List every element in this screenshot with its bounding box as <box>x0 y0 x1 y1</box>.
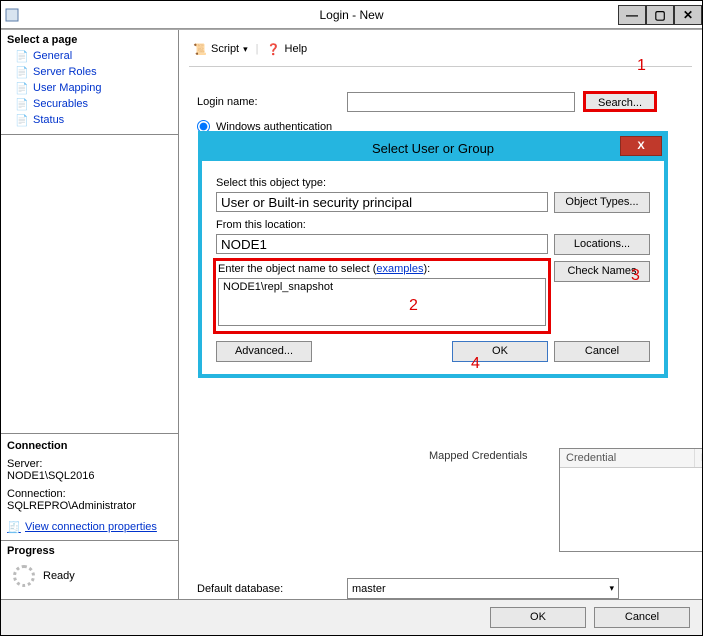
page-icon: 📄 <box>15 65 29 79</box>
sidebar-item-label: User Mapping <box>33 82 101 94</box>
sidebar-item-server-roles[interactable]: 📄 Server Roles <box>7 64 172 80</box>
locations-button[interactable]: Locations... <box>554 234 650 255</box>
object-types-button[interactable]: Object Types... <box>554 192 650 213</box>
app-icon <box>5 8 19 22</box>
server-label: Server: <box>7 458 172 470</box>
location-label: From this location: <box>216 219 650 231</box>
script-button[interactable]: 📜 Script ▾ <box>189 40 252 58</box>
script-icon: 📜 <box>193 42 207 56</box>
script-label: Script <box>211 43 239 55</box>
window-cancel-button[interactable]: Cancel <box>594 607 690 628</box>
dialog-close-button[interactable]: X <box>620 136 662 156</box>
dialog-cancel-button[interactable]: Cancel <box>554 341 650 362</box>
mapped-credentials-label: Mapped Credentials <box>429 450 527 462</box>
connection-section: Connection Server: NODE1\SQL2016 Connect… <box>1 433 178 541</box>
close-button[interactable]: ✕ <box>674 5 702 25</box>
help-icon: ❓ <box>267 42 281 56</box>
page-icon: 📄 <box>15 81 29 95</box>
object-type-label: Select this object type: <box>216 177 650 189</box>
sidebar-item-label: General <box>33 50 72 62</box>
select-page-header: Select a page <box>7 34 172 46</box>
credentials-header: Credential Provider <box>560 449 703 468</box>
titlebar: Login - New — ▢ ✕ <box>1 1 702 29</box>
sidebar: Select a page 📄 General 📄 Server Roles 📄… <box>1 30 179 599</box>
object-names-label: Enter the object name to select (example… <box>218 263 546 275</box>
properties-icon: 🧾 <box>7 520 21 534</box>
dialog-title: Select User or Group <box>372 141 494 156</box>
dialog-titlebar: Select User or Group X <box>202 135 664 161</box>
default-db-combo[interactable]: master ▾ <box>347 578 619 599</box>
view-connection-properties-link[interactable]: 🧾 View connection properties <box>7 520 157 534</box>
sidebar-item-user-mapping[interactable]: 📄 User Mapping <box>7 80 172 96</box>
default-db-label: Default database: <box>189 583 339 595</box>
cred-col-credential: Credential <box>560 449 695 467</box>
server-value: NODE1\SQL2016 <box>7 470 172 482</box>
help-label: Help <box>285 43 308 55</box>
location-field <box>216 234 548 254</box>
login-name-label: Login name: <box>189 96 339 108</box>
chevron-down-icon: ▾ <box>609 583 614 594</box>
dropdown-icon: ▾ <box>243 44 248 55</box>
sidebar-item-label: Server Roles <box>33 66 97 78</box>
check-names-button[interactable]: Check Names <box>554 261 650 282</box>
page-icon: 📄 <box>15 49 29 63</box>
default-db-value: master <box>352 583 386 595</box>
select-user-dialog: Select User or Group X Select this objec… <box>198 131 668 378</box>
toolbar: 📜 Script ▾ | ❓ Help <box>189 36 692 67</box>
sidebar-item-status[interactable]: 📄 Status <box>7 112 172 128</box>
search-button[interactable]: Search... <box>583 91 657 112</box>
progress-status: Ready <box>43 570 75 582</box>
conn-value: SQLREPRO\Administrator <box>7 500 172 512</box>
sidebar-item-label: Status <box>33 114 64 126</box>
bottom-bar: OK Cancel <box>1 599 702 635</box>
window-ok-button[interactable]: OK <box>490 607 586 628</box>
connection-header: Connection <box>7 440 172 452</box>
credentials-listbox[interactable]: Credential Provider <box>559 448 703 552</box>
advanced-button[interactable]: Advanced... <box>216 341 312 362</box>
sidebar-item-securables[interactable]: 📄 Securables <box>7 96 172 112</box>
maximize-button[interactable]: ▢ <box>646 5 674 25</box>
sidebar-item-general[interactable]: 📄 General <box>7 48 172 64</box>
cred-col-provider: Provider <box>695 449 703 467</box>
conn-label: Connection: <box>7 488 172 500</box>
object-type-field <box>216 192 548 212</box>
progress-section: Progress Ready <box>1 541 178 599</box>
examples-link[interactable]: examples <box>376 263 423 275</box>
select-page-section: Select a page 📄 General 📄 Server Roles 📄… <box>1 30 178 135</box>
help-button[interactable]: ❓ Help <box>263 40 312 58</box>
dialog-ok-button[interactable]: OK <box>452 341 548 362</box>
object-names-input[interactable] <box>218 278 546 326</box>
link-text: View connection properties <box>25 521 157 533</box>
sidebar-item-label: Securables <box>33 98 88 110</box>
login-name-input[interactable] <box>347 92 575 112</box>
progress-header: Progress <box>7 545 172 557</box>
window-title: Login - New <box>1 8 702 22</box>
login-window: Login - New — ▢ ✕ Select a page 📄 Genera… <box>0 0 703 636</box>
progress-spinner-icon <box>13 565 35 587</box>
login-name-row: Login name: Search... <box>189 91 692 112</box>
page-icon: 📄 <box>15 113 29 127</box>
page-icon: 📄 <box>15 97 29 111</box>
minimize-button[interactable]: — <box>618 5 646 25</box>
